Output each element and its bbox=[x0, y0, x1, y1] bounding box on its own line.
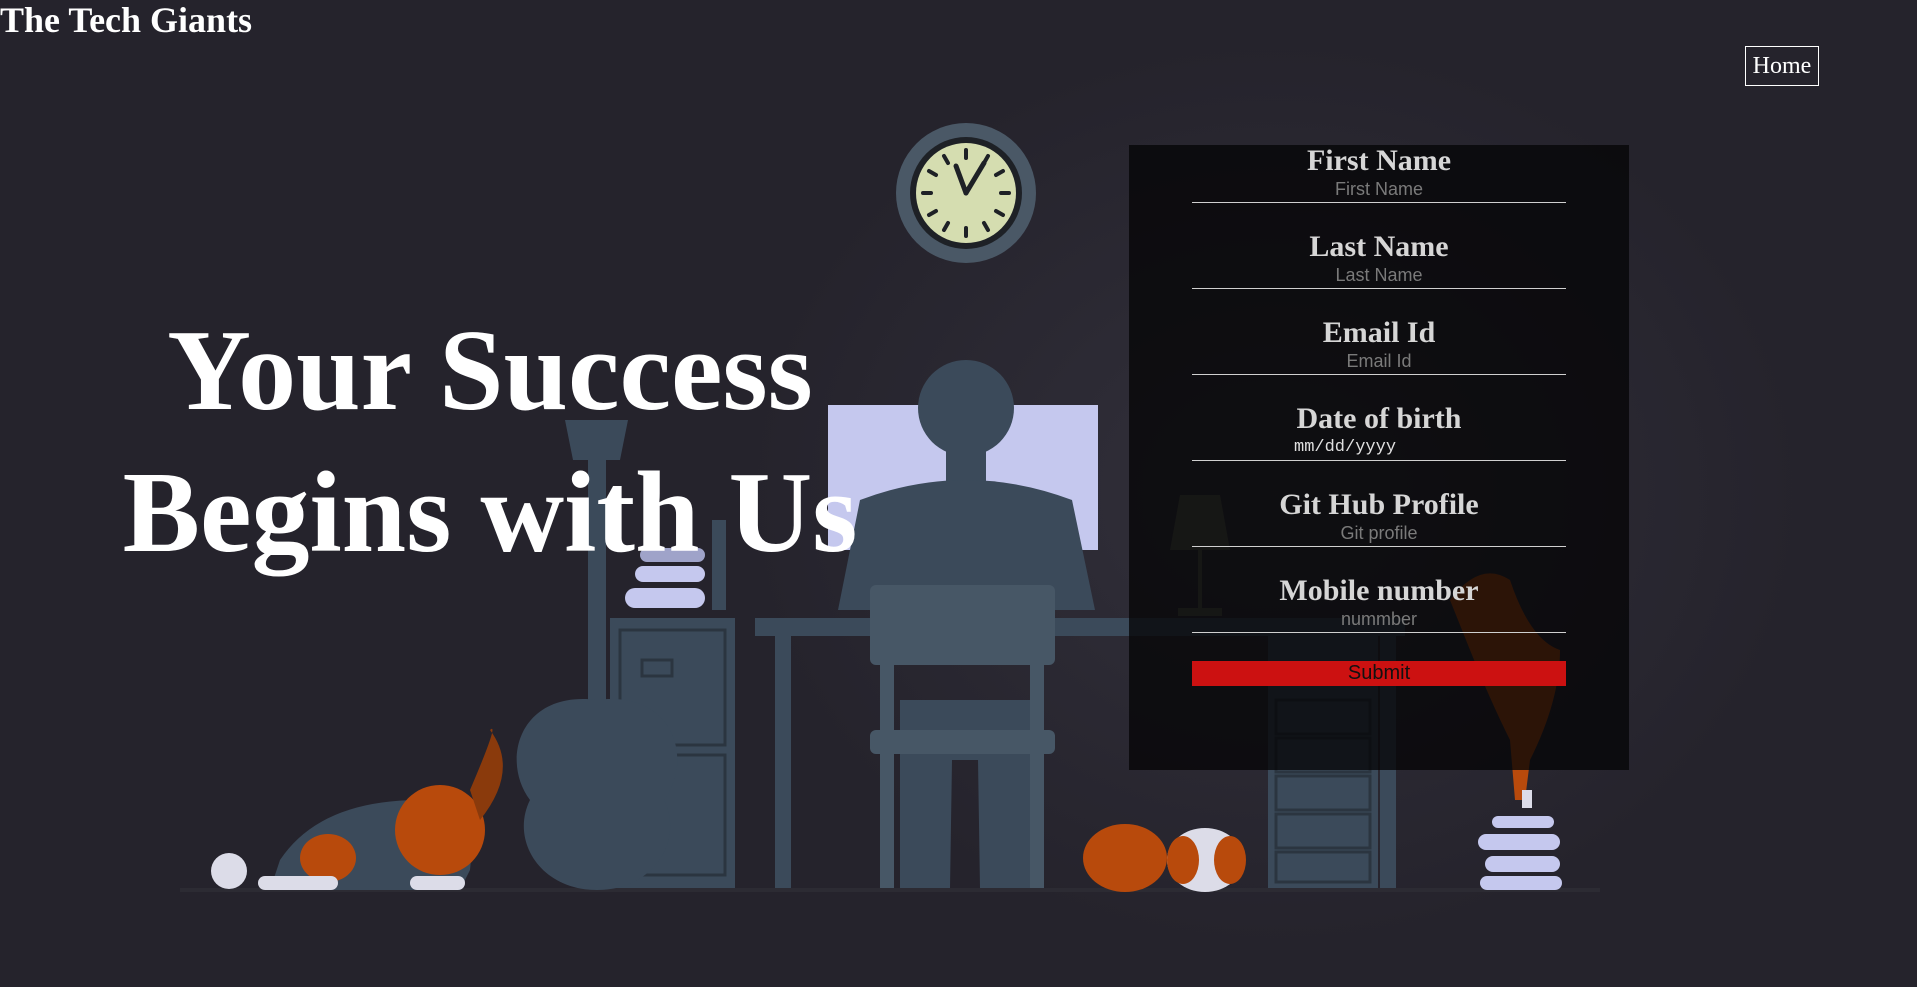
book-stack-right bbox=[1478, 816, 1562, 890]
email-input[interactable] bbox=[1192, 349, 1566, 375]
last-name-field: Last Name bbox=[1192, 231, 1566, 289]
github-profile-input[interactable] bbox=[1192, 521, 1566, 547]
first-name-input[interactable] bbox=[1192, 177, 1566, 203]
mobile-number-label: Mobile number bbox=[1279, 574, 1479, 607]
brand-title: The Tech Giants bbox=[0, 0, 253, 40]
github-profile-label: Git Hub Profile bbox=[1279, 488, 1479, 521]
dog-left-icon bbox=[211, 728, 503, 890]
github-profile-field: Git Hub Profile bbox=[1192, 489, 1566, 547]
email-label: Email Id bbox=[1322, 316, 1436, 349]
wall-clock-icon bbox=[896, 123, 1036, 263]
email-field: Email Id bbox=[1192, 317, 1566, 375]
date-of-birth-field: Date of birth bbox=[1192, 403, 1566, 461]
first-name-label: First Name bbox=[1306, 144, 1452, 177]
first-name-field: First Name bbox=[1192, 145, 1566, 203]
hero-line-2: Begins with Us bbox=[122, 449, 858, 577]
mobile-number-input[interactable] bbox=[1192, 607, 1566, 633]
last-name-input[interactable] bbox=[1192, 263, 1566, 289]
mobile-number-field: Mobile number bbox=[1192, 575, 1566, 633]
submit-button[interactable]: Submit bbox=[1192, 661, 1566, 686]
hero-headline: Your Success Begins with Us bbox=[60, 300, 920, 584]
dog-sleeping-icon bbox=[1083, 824, 1246, 892]
hero-line-1: Your Success bbox=[167, 307, 813, 435]
date-of-birth-label: Date of birth bbox=[1296, 402, 1462, 435]
last-name-label: Last Name bbox=[1309, 230, 1449, 263]
date-of-birth-input[interactable] bbox=[1192, 435, 1566, 461]
home-button[interactable]: Home bbox=[1745, 46, 1819, 86]
registration-form: First Name Last Name Email Id Date of bi… bbox=[1129, 145, 1629, 770]
